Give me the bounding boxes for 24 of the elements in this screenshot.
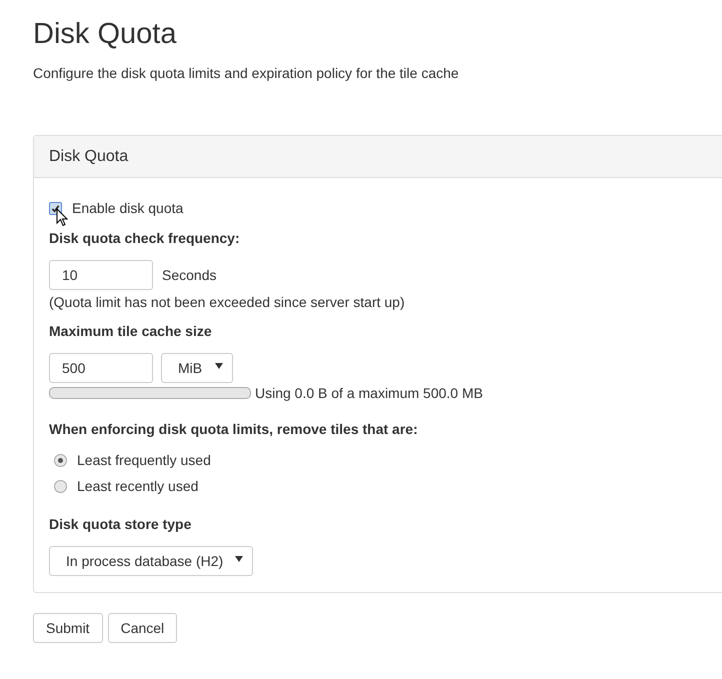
caret-icon	[215, 363, 223, 369]
usage-text: Using 0.0 B of a maximum 500.0 MB	[255, 385, 483, 401]
caret-icon	[235, 556, 243, 562]
field-label: When enforcing disk quota limits, remove tiles that are:	[49, 421, 419, 437]
unit-dropdown[interactable]: MiB	[161, 353, 233, 383]
radio-label: Least recently used	[77, 478, 198, 494]
field-label: Maximum tile cache size	[49, 323, 213, 339]
cursor-icon	[56, 208, 68, 226]
page-title: Disk Quota	[33, 17, 178, 52]
form-button[interactable]: Cancel	[108, 613, 178, 643]
unit-label: Seconds	[162, 267, 216, 283]
form-button[interactable]: Submit	[33, 613, 103, 643]
radio-label: Least frequently used	[77, 452, 211, 468]
status-note: (Quota limit has not been exceeded since server start up)	[49, 294, 406, 310]
field-label: Disk quota check frequency:	[49, 230, 241, 246]
panel-title: Disk Quota	[49, 148, 128, 166]
field-label: Disk quota store type	[49, 516, 192, 532]
store-type-dropdown[interactable]: In process database (H2)	[49, 546, 253, 576]
checkbox-label: Enable disk quota	[72, 200, 184, 216]
page-description: Configure the disk quota limits and expiration policy for the tile cache	[33, 65, 460, 81]
radio-button[interactable]	[54, 454, 67, 466]
input-field[interactable]: 10	[49, 260, 153, 290]
radio-button[interactable]	[54, 480, 67, 492]
input-field[interactable]: 500	[49, 353, 153, 383]
